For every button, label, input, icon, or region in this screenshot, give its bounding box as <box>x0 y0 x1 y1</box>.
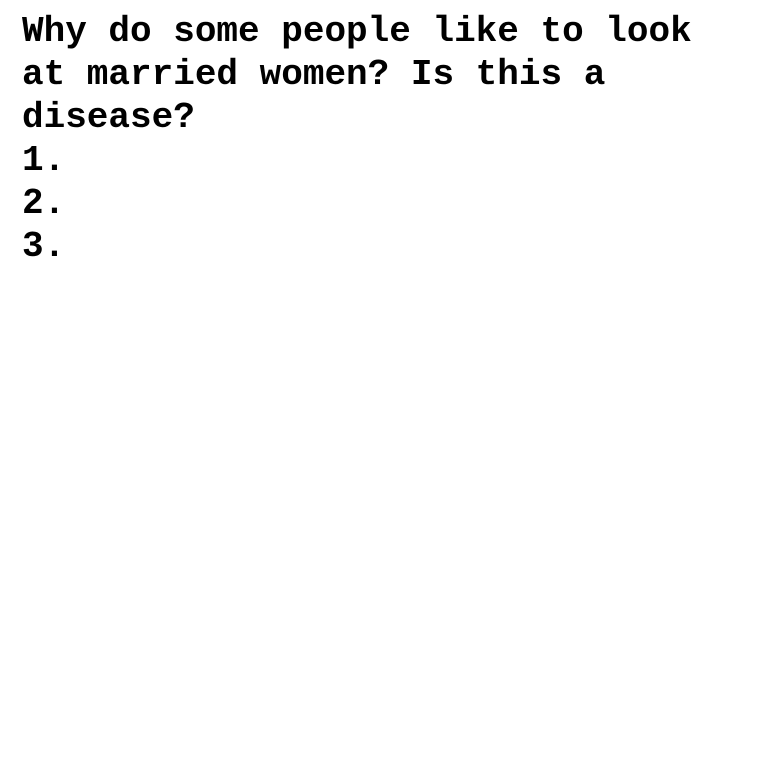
question-text: Why do some people like to look at marri… <box>22 11 692 138</box>
list-item: 1. <box>22 140 66 181</box>
numbered-list: 1. 2. 3. <box>22 139 746 268</box>
list-item: 3. <box>22 226 66 267</box>
document-body: Why do some people like to look at marri… <box>22 10 746 268</box>
list-item: 2. <box>22 183 66 224</box>
